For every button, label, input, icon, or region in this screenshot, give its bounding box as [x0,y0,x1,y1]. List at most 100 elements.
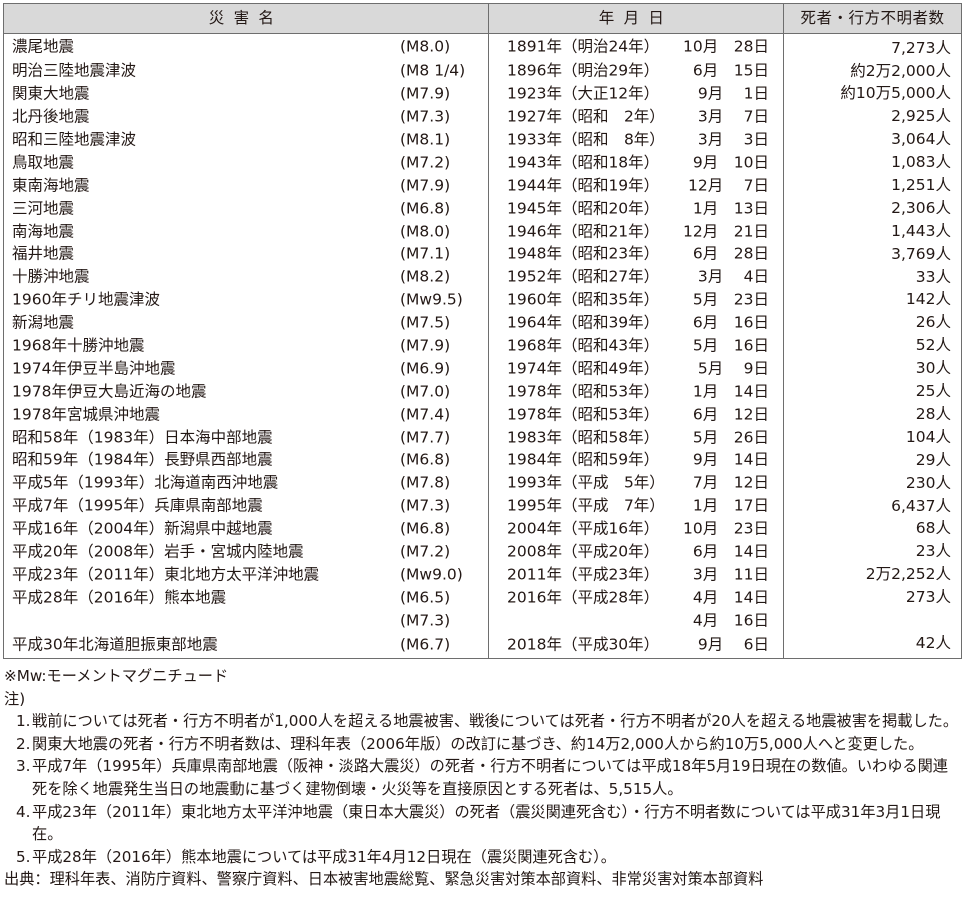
magnitude: (M7.8) [400,473,451,492]
magnitude: (M7.9) [400,336,451,355]
disaster-cell: 平成23年（2011年）東北地方太平洋沖地震 (Mw9.0) [3,563,489,587]
disaster-cell: 平成20年（2008年）岩手・宮城内陸地震 (M7.2) [3,540,489,564]
casualties-count: 25人 [783,380,962,404]
month-day: 10月 23日 [683,519,769,538]
year-era: 1960年（昭和35年） [507,290,660,309]
disaster-name: 平成7年（1995年）兵庫県南部地震 [12,496,263,515]
magnitude: (M7.3) [400,610,451,629]
table-row: 東南海地震 (M7.9) 1944年（昭和19年） 12月 7日 1,251人 [3,174,962,198]
disaster-cell: 鳥取地震 (M7.2) [3,151,489,175]
casualties-count: 42人 [783,632,962,660]
disaster-cell: 平成5年（1993年）北海道南西沖地震 (M7.8) [3,471,489,495]
disaster-name: 平成28年（2016年）熊本地震 [12,588,227,607]
disaster-cell: 関東大地震 (M7.9) [3,82,489,106]
casualties-count: 230人 [783,471,962,495]
table-row: (M7.3) 4月 16日 [3,609,962,633]
month-day: 9月 1日 [697,84,769,103]
table-row: 平成20年（2008年）岩手・宮城内陸地震 (M7.2) 2008年（平成20年） 6… [3,540,962,564]
table-row: 新潟地震 (M7.5) 1964年（昭和39年） 6月 16日 26人 [3,311,962,335]
year-era: 2011年（平成23年） [507,565,660,584]
disaster-name: 三河地震 [12,198,75,217]
magnitude: (M6.9) [400,359,451,378]
disaster-cell: 三河地震 (M6.8) [3,197,489,221]
date-cell: 4月 16日 [488,609,784,633]
disaster-name: 鳥取地震 [12,153,75,172]
date-cell: 1983年（昭和58年） 5月 26日 [488,426,784,450]
table-body: 濃尾地震 (M8.0) 1891年（明治24年） 10月 28日 7,273人 明治三陸地… [3,33,962,660]
note-item: 3. 平成7年（1995年）兵庫県南部地震（阪神・淡路大震災）の死者・行方不明者に… [4,755,960,800]
magnitude: (M6.8) [400,450,451,469]
year-era: 1948年（昭和23年） [507,244,660,263]
header-disaster-name: 災害名 [3,3,489,34]
year-era: 1946年（昭和21年） [507,221,660,240]
magnitude: (M7.2) [400,542,451,561]
month-day: 1月 14日 [692,382,769,401]
date-cell: 2008年（平成20年） 6月 14日 [488,540,784,564]
casualties-count: 142人 [783,288,962,312]
table-row: 濃尾地震 (M8.0) 1891年（明治24年） 10月 28日 7,273人 [3,33,962,60]
year-era: 2008年（平成20年） [507,542,660,561]
table-row: 鳥取地震 (M7.2) 1943年（昭和18年） 9月 10日 1,083人 [3,151,962,175]
date-cell: 1974年（昭和49年） 5月 9日 [488,357,784,381]
table-row: 平成16年（2004年）新潟県中越地震 (M6.8) 2004年（平成16年） 10月… [3,517,962,541]
date-cell: 1891年（明治24年） 10月 28日 [488,33,784,60]
disaster-cell: 十勝沖地震 (M8.2) [3,265,489,289]
casualties-count: 7,273人 [783,33,962,60]
magnitude: (M7.5) [400,313,451,332]
header-casualties: 死者・行方不明者数 [783,3,962,34]
month-day: 9月 14日 [692,450,769,469]
disaster-name: 南海地震 [12,221,75,240]
disaster-name: 平成23年（2011年）東北地方太平洋沖地震 [12,565,320,584]
table-row: 北丹後地震 (M7.3) 1927年（昭和 2年） 3月 7日 2,925人 [3,105,962,129]
casualties-count: 3,769人 [783,243,962,266]
date-cell: 1896年（明治29年） 6月 15日 [488,59,784,83]
date-cell: 2016年（平成28年） 4月 14日 [488,586,784,610]
magnitude: (M7.3) [400,107,451,126]
note-item: 2. 関東大地震の死者・行方不明者数は、理科年表（2006年版）の改訂に基づき、約… [4,733,960,756]
year-era: 1983年（昭和58年） [507,427,660,446]
casualties-count: 2万2,252人 [783,563,962,587]
table-row: 福井地震 (M7.1) 1948年（昭和23年） 6月 28日 3,769人 [3,243,962,266]
magnitude: (Mw9.5) [400,290,463,309]
note-text: 戦前については死者・行方不明者が1,000人を超える地震被害、戦後については死者… [32,712,959,731]
casualties-count: 30人 [783,357,962,381]
note-text: 平成23年（2011年）東北地方太平洋沖地震（東日本大震災）の死者（震災関連死含… [32,802,941,844]
date-cell: 1978年（昭和53年） 1月 14日 [488,380,784,404]
month-day: 3月 7日 [697,107,769,126]
casualties-count: 104人 [783,426,962,450]
casualties-count: 52人 [783,334,962,358]
month-day: 3月 11日 [692,565,769,584]
disaster-name: 昭和三陸地震津波 [12,130,137,149]
note-text: 関東大地震の死者・行方不明者数は、理科年表（2006年版）の改訂に基づき、約14… [32,734,924,753]
casualties-count: 68人 [783,517,962,541]
table-header-row: 災害名 年月日 死者・行方不明者数 [3,3,962,34]
note-item: 5. 平成28年（2016年）熊本地震については平成31年4月12日現在（震災関連… [4,846,960,869]
table-row: 昭和58年（1983年）日本海中部地震 (M7.7) 1983年（昭和58年） 5月 … [3,426,962,450]
disaster-cell: 北丹後地震 (M7.3) [3,105,489,129]
disaster-cell: (M7.3) [3,609,489,633]
month-day: 1月 13日 [692,198,769,217]
month-day: 6月 12日 [692,404,769,423]
table-row: 平成30年北海道胆振東部地震 (M6.7) 2018年（平成30年） 9月 6日 42人 [3,632,962,660]
date-cell: 1923年（大正12年） 9月 1日 [488,82,784,106]
note-text: 平成7年（1995年）兵庫県南部地震（阪神・淡路大震災）の死者・行方不明者につい… [32,757,948,798]
notes-list: 1. 戦前については死者・行方不明者が1,000人を超える地震被害、戦後については… [4,710,960,868]
disaster-cell: 昭和三陸地震津波 (M8.1) [3,128,489,152]
note-number: 3. [16,757,31,776]
disaster-name: 平成16年（2004年）新潟県中越地震 [12,519,273,538]
year-era: 1896年（明治29年） [507,61,660,80]
date-cell: 1952年（昭和27年） 3月 4日 [488,265,784,289]
table-row: 1978年伊豆大島近海の地震 (M7.0) 1978年（昭和53年） 1月 14日 25… [3,380,962,404]
month-day: 5月 9日 [697,359,769,378]
year-era: 1978年（昭和53年） [507,404,660,423]
notes-label: 注) [4,689,26,708]
month-day: 9月 6日 [697,635,769,654]
disaster-name: 東南海地震 [12,176,90,195]
year-era: 1995年（平成 7年） [507,496,665,515]
casualties-count: 6,437人 [783,494,962,518]
table-row: 昭和三陸地震津波 (M8.1) 1933年（昭和 8年） 3月 3日 3,064人 [3,128,962,152]
date-cell: 1993年（平成 5年） 7月 12日 [488,471,784,495]
casualties-count [783,609,962,633]
year-era: 1968年（昭和43年） [507,336,660,355]
year-era: 1933年（昭和 8年） [507,130,665,149]
